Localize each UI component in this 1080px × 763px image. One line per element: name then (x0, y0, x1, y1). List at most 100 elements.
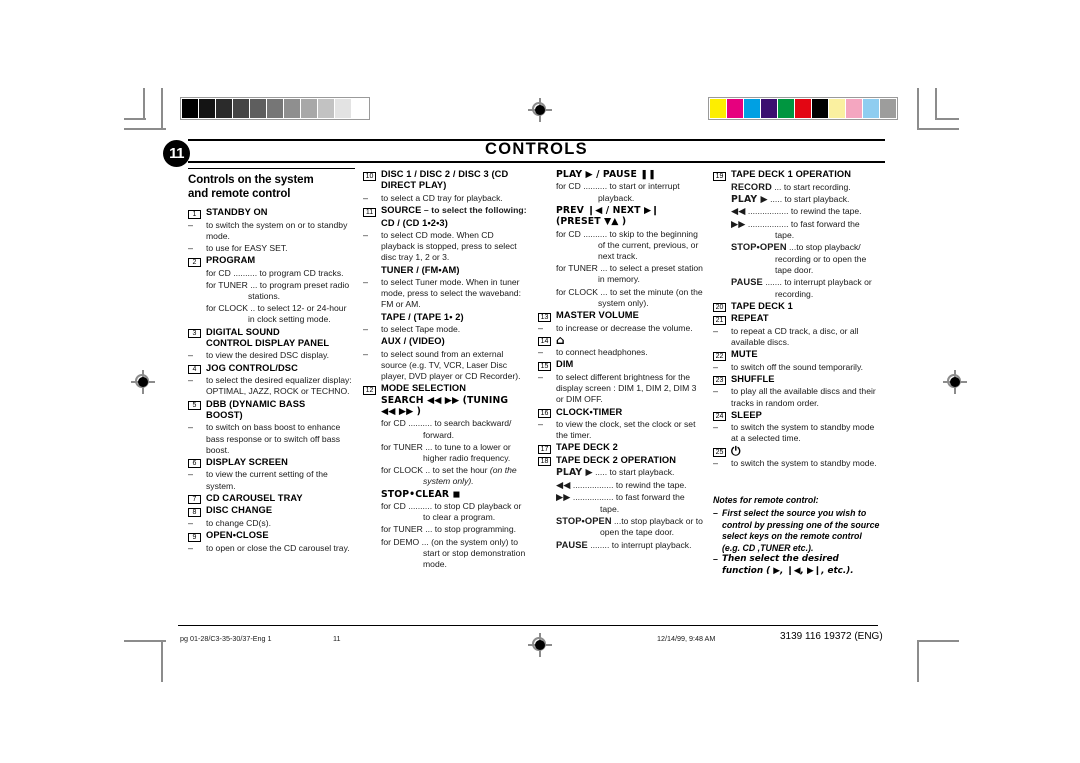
control-line-body: to change CD(s). (206, 518, 355, 529)
headphones-icon: ⌂ (556, 334, 705, 346)
control-detail-dash: – (713, 458, 719, 469)
control-item-title: MODE SELECTION SEARCH ◀◀ ▶▶ (TUNING ◀◀ ▶▶ … (381, 383, 530, 417)
control-item: 18 TAPE DECK 2 OPERATION (538, 455, 705, 467)
control-detail-text: for TUNER ... to select a preset station… (556, 263, 703, 285)
control-item-number: 2 (188, 257, 201, 267)
control-detail-row: ◀◀ ................. to rewind the tape. (538, 480, 705, 491)
control-item-title-line: JOG CONTROL/DSC (206, 362, 298, 373)
control-line-body: STOP•CLEAR ◼ (381, 489, 530, 500)
control-item-title: REPEAT (731, 313, 880, 324)
column-heading-line: and remote control (188, 187, 291, 200)
notes-bullet: – Then select the desired function ( ▶, ❙… (713, 554, 880, 577)
control-item-title: SOURCE – to select the following: (381, 205, 530, 216)
control-detail-dash: – (713, 386, 719, 397)
control-item-number: 3 (188, 329, 201, 339)
control-line-body: ▶▶ ................. to fast forward the… (556, 492, 705, 515)
control-item-title: TAPE DECK 1 OPERATION (731, 169, 880, 180)
registration-mark-left (131, 370, 155, 394)
controls-column-2: 10 DISC 1 / DISC 2 / DISC 3 (CD DIRECT PLA… (363, 168, 538, 623)
control-detail-row: PLAY ▶ ..... to start playback. (538, 467, 705, 478)
control-line-body: to view the desired DSC display. (206, 350, 355, 361)
footer-page-number: 11 (333, 634, 341, 643)
control-detail-text: to switch the system on or to standby mo… (206, 219, 348, 241)
control-item: 12 MODE SELECTION SEARCH ◀◀ ▶▶ (TUNING ◀◀ ▶… (363, 383, 530, 417)
control-item-body: CD CAROUSEL TRAY (206, 493, 355, 504)
footer-timestamp: 12/14/99, 9:48 AM (657, 634, 716, 643)
control-detail-description: ...to stop playback/ recording or to ope… (775, 242, 867, 275)
registration-mark-bottom (528, 633, 552, 657)
control-detail-keyword: PLAY ▶ (731, 193, 768, 205)
control-detail-row: for CLOCK .. to set the hour (on the sys… (363, 465, 530, 487)
control-item-body: TAPE DECK 2 (556, 442, 705, 453)
control-item-title-line: CD CAROUSEL TRAY (206, 492, 303, 503)
gray-swatch (250, 99, 266, 118)
control-detail-dash: – (363, 348, 369, 359)
control-item-title: SHUFFLE (731, 374, 880, 385)
control-line-body: PAUSE ....... to interrupt playback or r… (731, 277, 880, 300)
control-line-body: TUNER / (FM•AM) (381, 265, 530, 276)
control-line-body: ◀◀ ................. to rewind the tape. (731, 206, 880, 217)
control-line-body: to select Tape mode. (381, 324, 530, 335)
control-item-body: PROGRAM (206, 255, 355, 266)
control-detail-keyword: PAUSE (731, 277, 763, 288)
control-detail-dash: – (188, 469, 194, 480)
control-item-title-line: REPEAT (731, 313, 769, 324)
control-item-title: MUTE (731, 349, 880, 360)
control-detail-dash: – (363, 276, 369, 287)
control-item-title-line: MASTER VOLUME (556, 310, 639, 321)
crop-mark-br-v (917, 640, 919, 682)
control-item-title: TAPE DECK 1 (731, 301, 880, 312)
control-detail-text: for CLOCK ... to set the minute (on the … (556, 286, 703, 308)
color-swatch (795, 99, 811, 118)
gray-swatch (182, 99, 198, 118)
control-detail-text: to view the clock, set the clock or set … (556, 419, 696, 441)
control-detail-row: – to view the desired DSC display. (188, 350, 355, 361)
control-item: 11 SOURCE – to select the following: (363, 205, 530, 217)
control-detail-description: ................. to fast forward the ta… (570, 492, 685, 514)
control-detail-description: ... to start recording. (771, 181, 851, 192)
control-line-body: for CD .......... to stop CD playback or… (381, 501, 530, 523)
control-line-body: for CD .......... to search backward/ fo… (381, 418, 530, 440)
control-item-body: OPEN•CLOSE (206, 530, 355, 541)
control-item-title: MASTER VOLUME (556, 310, 705, 321)
control-line-body: for CD .......... to skip to the beginni… (556, 229, 705, 263)
control-item: 17 TAPE DECK 2 (538, 442, 705, 454)
control-line-body: to switch the system to standby mode at … (731, 422, 880, 444)
control-detail-text: for CLOCK .. to select 12- or 24-hour in… (206, 303, 347, 325)
control-detail-text: to repeat a CD track, a disc, or all ava… (731, 325, 859, 347)
control-line-body: to play all the available discs and thei… (731, 386, 880, 408)
crop-mark-tr-v2 (935, 88, 937, 120)
control-item: 14 ⌂ (538, 334, 705, 347)
control-item-title: DIGITAL SOUND CONTROL DISPLAY PANEL (206, 327, 355, 350)
control-detail-row: – to connect headphones. (538, 347, 705, 358)
column-heading: Controls on the system and remote control (188, 174, 355, 201)
crop-mark-bl-h (124, 640, 166, 642)
control-detail-text: for TUNER ... to tune to a lower or high… (381, 441, 511, 463)
control-subheading-row: PREV ❙◀ / NEXT ▶❙ (PRESET ▼▲ ) (538, 205, 705, 228)
gray-swatch (318, 99, 334, 118)
control-item-title-line: OPEN•CLOSE (206, 530, 269, 541)
color-swatch (812, 99, 828, 118)
control-detail-description: ................. to rewind the tape. (745, 206, 862, 217)
control-line-body: for CD .......... to program CD tracks. (206, 268, 355, 279)
color-swatch (829, 99, 845, 118)
control-detail-dash: – (363, 323, 369, 334)
control-item-body: REPEAT (731, 313, 880, 324)
control-detail-row: for TUNER ... to stop programming. (363, 524, 530, 535)
control-subheading: PREV ❙◀ / NEXT ▶❙ (PRESET ▼▲ ) (556, 204, 660, 228)
gray-swatch (284, 99, 300, 118)
control-item-body: PLAY ▶ / PAUSE ❚❚ (556, 169, 705, 180)
column-heading-rule (188, 168, 355, 169)
control-item-number: 25 (713, 448, 726, 458)
control-detail-text: to switch off the sound temporarily. (731, 361, 863, 372)
control-detail-row: for CD .......... to start or interrupt … (538, 181, 705, 203)
control-detail-description: ..... to start playback. (592, 467, 675, 478)
control-detail-dash: – (188, 375, 194, 386)
control-detail-dash: – (188, 542, 194, 553)
control-detail-description: ................. to rewind the tape. (570, 479, 687, 490)
controls-column-3: PLAY ▶ / PAUSE ❚❚ for CD .......... to st… (538, 168, 713, 623)
control-item-number: 19 (713, 171, 726, 181)
control-detail-row: – to switch the system on or to standby m… (188, 220, 355, 242)
control-line-body: PLAY ▶ ..... to start playback. (731, 194, 880, 205)
control-detail-text: to select sound from an external source … (381, 348, 521, 381)
